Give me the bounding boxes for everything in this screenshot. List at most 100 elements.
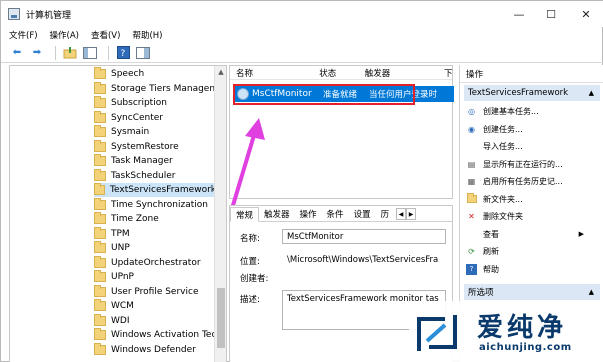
tab-general[interactable]: 常规 [230,207,260,222]
tree-item[interactable]: TPM [94,226,130,241]
scrollbar-thumb[interactable] [217,288,225,348]
tree-item-textservicesframework[interactable]: TextServicesFramework [94,183,216,197]
history-icon: ▦ [467,177,476,187]
folder-icon [94,328,106,340]
column-next[interactable]: 下 [438,67,453,79]
action-import-task[interactable]: 导入任务... [460,138,603,156]
tab-triggers[interactable]: 触发器 [259,206,295,221]
tree-item[interactable]: SystemRestore [94,139,179,154]
actions-section-selected[interactable]: 所选项 ▲ [464,284,600,300]
folder-icon [94,96,106,108]
folder-icon [94,284,106,297]
tree-item[interactable]: Windows Defender [94,342,196,357]
tab-settings[interactable]: 设置 [349,206,376,221]
action-create-task[interactable]: ◉ 创建任务... [460,121,603,139]
tree-item[interactable]: UNP [94,241,130,255]
tree-item[interactable]: WDI [94,313,129,328]
folder-icon [94,255,106,268]
folder-icon [94,342,106,355]
folder-icon [94,139,106,152]
tree-item[interactable]: SyncCenter [94,110,163,125]
tree-item[interactable]: WCM [94,299,134,313]
folder-icon [94,183,106,195]
properties-pane-icon[interactable] [135,46,151,60]
action-show-running[interactable]: ▤ 显示所有正在运行的... [460,156,603,174]
toolbar-divider [55,45,56,60]
computer-management-icon [8,8,20,20]
tree-item[interactable]: User Profile Service [94,284,198,299]
scroll-up-icon[interactable]: ▲ [215,66,226,78]
name-label: 名称: [240,234,260,244]
folder-icon [94,212,106,224]
window-title: 计算机管理 [26,10,72,21]
highlight-box [233,84,415,105]
folder-icon [94,154,106,166]
tree-item[interactable]: Speech [94,67,144,81]
delete-icon: ✕ [468,212,475,222]
tree-item[interactable]: Storage Tiers Managen [94,81,215,96]
menu-file[interactable]: 文件(F) [9,29,38,41]
folder-up-icon[interactable] [62,46,78,60]
column-trigger[interactable]: 触发器 [359,67,438,79]
actions-section-textservicesframework[interactable]: TextServicesFramework ▲ [464,85,600,101]
action-delete-folder[interactable]: ✕ 删除文件夹 [460,208,603,226]
title-bar: 计算机管理 — ☐ ✕ [1,1,603,27]
menu-view[interactable]: 查看(V) [91,29,120,41]
tab-right-icon[interactable]: ▶ [406,208,417,220]
description-label: 描述: [240,295,260,305]
submenu-arrow-icon: ▶ [578,230,584,239]
folder-icon [94,110,106,123]
tab-history[interactable]: 历 [376,206,395,221]
folder-icon [94,168,106,181]
menu-action[interactable]: 操作(A) [50,29,79,41]
show-hide-tree-icon[interactable] [82,46,98,60]
column-status[interactable]: 状态 [313,67,359,79]
author-label: 创建者: [240,274,269,284]
maximize-button[interactable]: ☐ [533,1,569,27]
collapse-up-icon[interactable]: ▲ [589,89,594,97]
location-label: 位置: [240,257,260,267]
tree-item[interactable]: Subscription [94,96,167,110]
close-button[interactable]: ✕ [568,1,603,27]
task-icon: ◉ [468,124,475,134]
name-field[interactable]: MsCtfMonitor [282,229,446,244]
tab-actions[interactable]: 操作 [295,206,322,221]
running-icon: ▤ [467,159,476,169]
action-help[interactable]: ? 帮助 [460,261,603,279]
tree-item[interactable]: Sysmain [94,125,149,139]
tree-item[interactable]: Time Zone [94,212,159,226]
folder-icon [94,226,106,239]
minimize-button[interactable]: — [501,1,537,27]
action-create-basic-task[interactable]: ◎ 创建基本任务... [460,103,603,121]
folder-icon [94,67,106,79]
location-field: \Microsoft\Windows\TextServicesFra [282,252,446,267]
actions-header: 操作 [460,65,603,83]
tree-item[interactable]: UPnP [94,270,134,284]
column-name[interactable]: 名称 [230,67,313,79]
forward-arrow-icon[interactable]: ➡ [29,46,45,60]
tab-left-icon[interactable]: ◀ [396,208,407,220]
tree-item[interactable]: TaskScheduler [94,168,175,183]
tree-item[interactable]: Time Synchronization [94,197,208,212]
tab-conditions[interactable]: 条件 [322,206,349,221]
action-new-folder[interactable]: 新文件夹... [460,191,603,209]
collapse-up-icon[interactable]: ▲ [589,288,594,296]
property-tabs: 常规 触发器 操作 条件 设置 历 ◀ ▶ [230,206,452,222]
tree-item[interactable]: Windows Activation Tec [94,328,216,342]
folder-icon [94,197,106,210]
menu-help[interactable]: 帮助(H) [132,29,162,41]
list-header: 名称 状态 触发器 下 [230,66,453,80]
tree-item[interactable]: UpdateOrchestrator [94,255,201,270]
action-enable-history[interactable]: ▦ 启用所有任务历史记... [460,173,603,191]
back-arrow-icon[interactable]: ⬅ [9,46,25,60]
watermark-url: aichunjing.com [479,342,572,353]
watermark-logo-icon [417,315,457,351]
help-icon[interactable]: ? [115,46,131,60]
task-library-tree[interactable]: Speech Storage Tiers Managen Subscriptio… [9,65,227,362]
action-view[interactable]: 查看 ▶ [460,226,603,244]
folder-icon [94,313,106,326]
action-refresh[interactable]: ⟳ 刷新 [460,243,603,261]
annotation-arrow-icon [229,118,265,213]
tree-item[interactable]: Task Manager [94,154,173,168]
refresh-icon: ⟳ [468,247,475,257]
